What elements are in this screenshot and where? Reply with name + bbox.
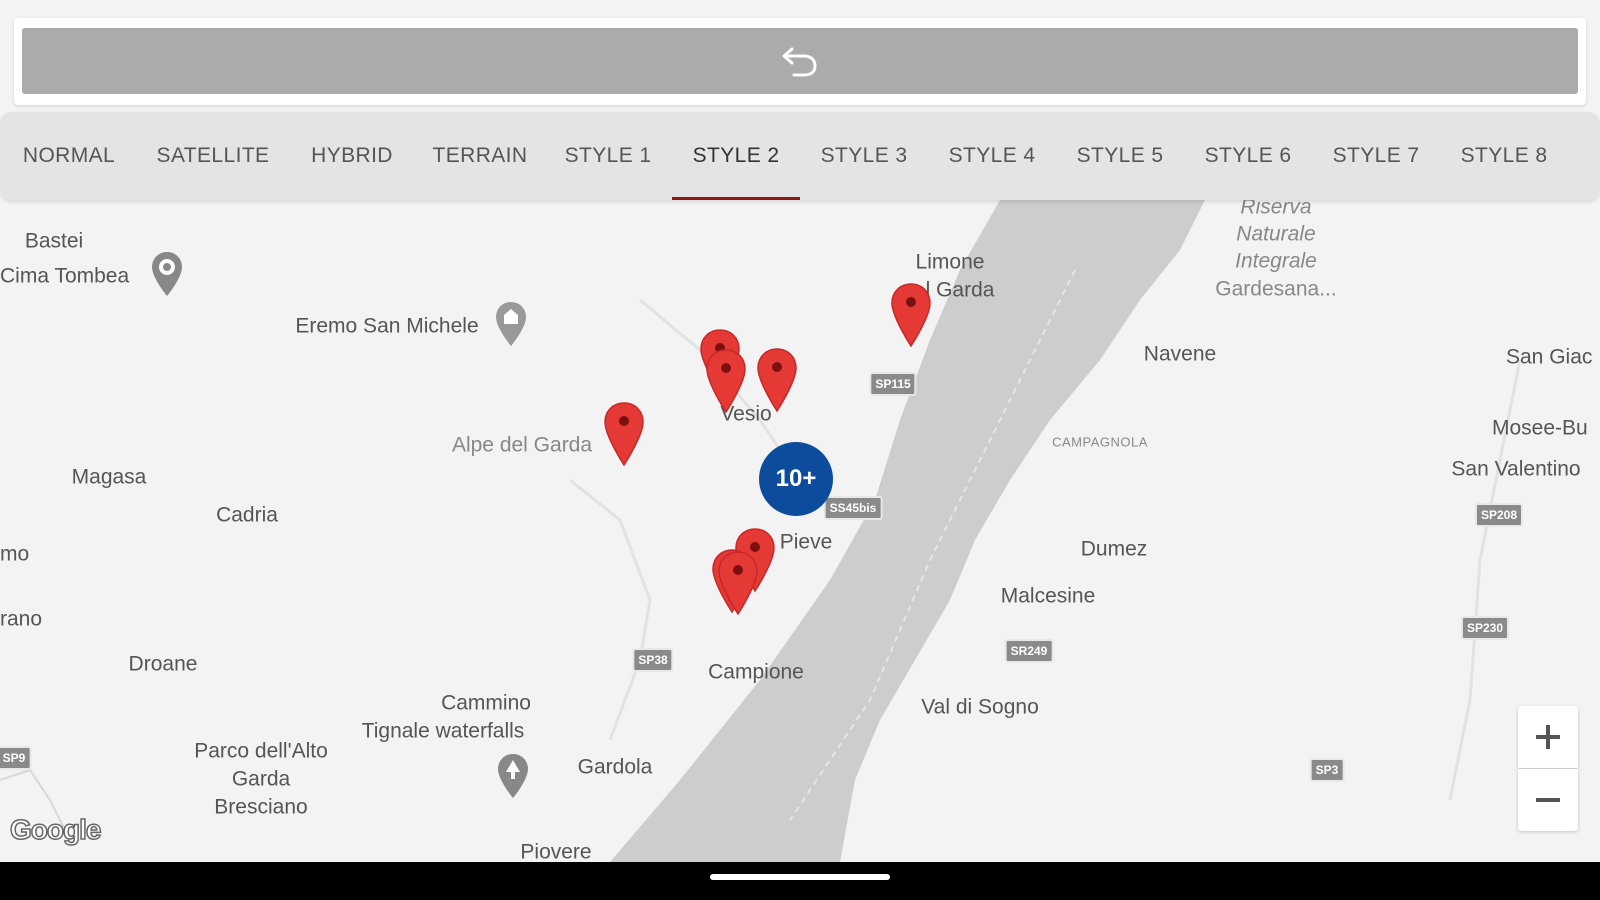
road-shield: SP9 — [0, 746, 32, 770]
minus-icon — [1536, 798, 1560, 802]
place-label: l Garda — [925, 278, 995, 302]
place-label: San Giac — [1506, 345, 1593, 369]
tab-normal[interactable]: NORMAL — [0, 112, 138, 200]
undo-button[interactable] — [22, 28, 1578, 94]
place-label: mo — [0, 542, 30, 566]
tab-style-3[interactable]: STYLE 3 — [800, 112, 928, 200]
place-label: Mosee-Bu — [1492, 416, 1588, 440]
place-label: Campione — [708, 660, 804, 684]
google-logo: Google — [9, 813, 102, 846]
place-label: rano — [0, 607, 43, 631]
tab-style-2[interactable]: STYLE 2 — [672, 112, 800, 200]
zoom-out-button[interactable] — [1518, 769, 1578, 831]
tab-style-1[interactable]: STYLE 1 — [544, 112, 672, 200]
place-label: Navene — [1143, 342, 1217, 366]
place-label: Val di Sogno — [921, 695, 1039, 719]
place-label: Malcesine — [1000, 584, 1096, 608]
system-navigation-bar — [0, 862, 1600, 900]
place-label: CAMPAGNOLA — [1052, 434, 1148, 450]
place-label: Bastei — [24, 229, 84, 253]
tab-style-8[interactable]: STYLE 8 — [1440, 112, 1568, 200]
home-gesture-handle[interactable] — [710, 874, 890, 880]
place-label: Integrale — [1235, 249, 1317, 273]
undo-icon — [782, 47, 817, 77]
place-label: Garda — [231, 767, 291, 791]
place-label: Bresciano — [214, 795, 308, 819]
viewpoint-poi-icon[interactable] — [150, 250, 184, 298]
place-label: Pieve — [779, 530, 833, 554]
place-label: Parco dell'Alto — [194, 739, 328, 763]
place-label: Alpe del Garda — [451, 433, 593, 457]
place-label: Gardesana... — [1215, 277, 1337, 301]
road-shield: SP3 — [1309, 758, 1345, 782]
place-label: Droane — [128, 652, 198, 676]
road-shield: SP115 — [869, 372, 917, 396]
location-marker[interactable] — [603, 401, 645, 467]
road-shield: SP38 — [632, 648, 674, 672]
tab-style-7[interactable]: STYLE 7 — [1312, 112, 1440, 200]
road-shield: SR249 — [1004, 639, 1054, 663]
place-label: Cammino — [441, 691, 531, 715]
road-shield: SS45bis — [823, 496, 883, 520]
top-panel — [14, 18, 1586, 105]
place-label: Limone — [915, 250, 985, 274]
map-type-tabs: NORMAL SATELLITE HYBRID TERRAIN STYLE 1 STYLE… — [0, 112, 1600, 200]
tab-style-4[interactable]: STYLE 4 — [928, 112, 1056, 200]
place-label: Cadria — [216, 503, 278, 527]
place-label: San Valentino — [1451, 457, 1581, 481]
road-west — [569, 478, 652, 741]
place-label: Gardola — [577, 755, 653, 779]
plus-icon — [1536, 725, 1560, 749]
tab-style-5[interactable]: STYLE 5 — [1056, 112, 1184, 200]
place-label: Dumez — [1080, 537, 1148, 561]
tab-terrain[interactable]: TERRAIN — [416, 112, 544, 200]
church-poi-icon[interactable] — [494, 300, 528, 348]
tab-satellite[interactable]: SATELLITE — [138, 112, 288, 200]
road-shield: SP208 — [1474, 503, 1524, 527]
location-marker[interactable] — [717, 550, 759, 616]
marker-cluster[interactable]: 10+ — [759, 442, 833, 516]
location-marker[interactable] — [890, 282, 932, 348]
place-label: Eremo San Michele — [295, 314, 479, 338]
tab-style-6[interactable]: STYLE 6 — [1184, 112, 1312, 200]
place-label: Magasa — [71, 465, 147, 489]
zoom-in-button[interactable] — [1518, 706, 1578, 768]
location-marker[interactable] — [756, 347, 798, 413]
app-screen: Bastei Cima Tombea Eremo San Michele Lim… — [0, 0, 1600, 900]
tab-hybrid[interactable]: HYBRID — [288, 112, 416, 200]
park-poi-icon[interactable] — [496, 752, 530, 800]
place-label: Tignale waterfalls — [361, 719, 525, 743]
location-marker[interactable] — [705, 348, 747, 414]
place-label: Cima Tombea — [0, 264, 130, 288]
road-shield: SP230 — [1460, 616, 1510, 640]
place-label: Naturale — [1236, 222, 1316, 246]
